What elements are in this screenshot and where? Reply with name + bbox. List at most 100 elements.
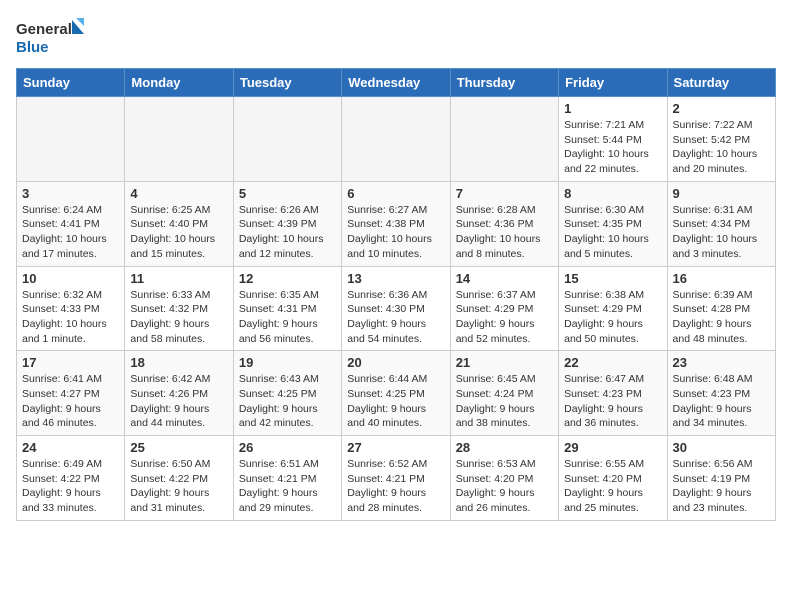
calendar-day-cell: 27 Sunrise: 6:52 AM Sunset: 4:21 PM Dayli… xyxy=(342,436,450,521)
day-info: Sunrise: 6:32 AM Sunset: 4:33 PM Dayligh… xyxy=(22,288,119,347)
day-info: Sunrise: 6:25 AM Sunset: 4:40 PM Dayligh… xyxy=(130,203,227,262)
calendar-week-row: 3 Sunrise: 6:24 AM Sunset: 4:41 PM Daylig… xyxy=(17,181,776,266)
day-number: 12 xyxy=(239,271,336,286)
calendar-header-wednesday: Wednesday xyxy=(342,69,450,97)
day-info: Sunrise: 6:31 AM Sunset: 4:34 PM Dayligh… xyxy=(673,203,770,262)
svg-text:General: General xyxy=(16,21,72,38)
calendar-day-cell: 25Sunrise: 6:50 AM Sunset: 4:22 PM Dayli… xyxy=(125,436,233,521)
calendar-day-cell: 1 Sunrise: 7:21 AM Sunset: 5:44 PM Daylig… xyxy=(559,97,667,182)
calendar-day-cell xyxy=(342,97,450,182)
calendar-day-cell: 29 Sunrise: 6:55 AM Sunset: 4:20 PM Dayli… xyxy=(559,436,667,521)
day-info: Sunrise: 6:27 AM Sunset: 4:38 PM Dayligh… xyxy=(347,203,444,262)
day-info: Sunrise: 6:47 AM Sunset: 4:23 PM Dayligh… xyxy=(564,372,661,431)
day-number: 27 xyxy=(347,440,444,455)
day-info: Sunrise: 6:45 AM Sunset: 4:24 PM Dayligh… xyxy=(456,372,553,431)
calendar-day-cell: 2 Sunrise: 7:22 AM Sunset: 5:42 PM Daylig… xyxy=(667,97,775,182)
calendar-day-cell xyxy=(17,97,125,182)
day-number: 30 xyxy=(673,440,770,455)
calendar-day-cell: 18 Sunrise: 6:42 AM Sunset: 4:26 PM Dayli… xyxy=(125,351,233,436)
calendar-day-cell xyxy=(450,97,558,182)
calendar-header-saturday: Saturday xyxy=(667,69,775,97)
day-number: 18 xyxy=(130,355,227,370)
day-info: Sunrise: 6:55 AM Sunset: 4:20 PM Dayligh… xyxy=(564,457,661,516)
day-info: Sunrise: 6:51 AM Sunset: 4:21 PM Dayligh… xyxy=(239,457,336,516)
calendar-day-cell: 21 Sunrise: 6:45 AM Sunset: 4:24 PM Dayli… xyxy=(450,351,558,436)
calendar-day-cell: 6 Sunrise: 6:27 AM Sunset: 4:38 PM Daylig… xyxy=(342,181,450,266)
calendar-day-cell: 26 Sunrise: 6:51 AM Sunset: 4:21 PM Dayli… xyxy=(233,436,341,521)
day-number: 23 xyxy=(673,355,770,370)
calendar-day-cell: 22 Sunrise: 6:47 AM Sunset: 4:23 PM Dayli… xyxy=(559,351,667,436)
day-number: 8 xyxy=(564,186,661,201)
logo-svg: GeneralBlue xyxy=(16,16,86,60)
day-info: Sunrise: 6:56 AM Sunset: 4:19 PM Dayligh… xyxy=(673,457,770,516)
calendar-day-cell: 10 Sunrise: 6:32 AM Sunset: 4:33 PM Dayli… xyxy=(17,266,125,351)
day-number: 25 xyxy=(130,440,227,455)
calendar-header-sunday: Sunday xyxy=(17,69,125,97)
day-info: Sunrise: 7:21 AM Sunset: 5:44 PM Dayligh… xyxy=(564,118,661,177)
calendar-header-tuesday: Tuesday xyxy=(233,69,341,97)
calendar-day-cell xyxy=(233,97,341,182)
calendar-day-cell: 13Sunrise: 6:36 AM Sunset: 4:30 PM Dayli… xyxy=(342,266,450,351)
calendar-header-friday: Friday xyxy=(559,69,667,97)
day-number: 19 xyxy=(239,355,336,370)
day-number: 28 xyxy=(456,440,553,455)
calendar-week-row: 17Sunrise: 6:41 AM Sunset: 4:27 PM Dayli… xyxy=(17,351,776,436)
day-info: Sunrise: 6:44 AM Sunset: 4:25 PM Dayligh… xyxy=(347,372,444,431)
calendar-day-cell: 4 Sunrise: 6:25 AM Sunset: 4:40 PM Daylig… xyxy=(125,181,233,266)
calendar-day-cell: 19 Sunrise: 6:43 AM Sunset: 4:25 PM Dayli… xyxy=(233,351,341,436)
day-info: Sunrise: 6:43 AM Sunset: 4:25 PM Dayligh… xyxy=(239,372,336,431)
calendar-week-row: 1 Sunrise: 7:21 AM Sunset: 5:44 PM Daylig… xyxy=(17,97,776,182)
calendar-day-cell: 20 Sunrise: 6:44 AM Sunset: 4:25 PM Dayli… xyxy=(342,351,450,436)
day-info: Sunrise: 6:28 AM Sunset: 4:36 PM Dayligh… xyxy=(456,203,553,262)
day-info: Sunrise: 6:24 AM Sunset: 4:41 PM Dayligh… xyxy=(22,203,119,262)
calendar-day-cell: 17Sunrise: 6:41 AM Sunset: 4:27 PM Dayli… xyxy=(17,351,125,436)
day-number: 20 xyxy=(347,355,444,370)
day-info: Sunrise: 6:48 AM Sunset: 4:23 PM Dayligh… xyxy=(673,372,770,431)
day-number: 10 xyxy=(22,271,119,286)
day-info: Sunrise: 6:26 AM Sunset: 4:39 PM Dayligh… xyxy=(239,203,336,262)
calendar-header-row: SundayMondayTuesdayWednesdayThursdayFrid… xyxy=(17,69,776,97)
day-info: Sunrise: 6:37 AM Sunset: 4:29 PM Dayligh… xyxy=(456,288,553,347)
calendar-day-cell: 28Sunrise: 6:53 AM Sunset: 4:20 PM Dayli… xyxy=(450,436,558,521)
day-number: 11 xyxy=(130,271,227,286)
day-number: 16 xyxy=(673,271,770,286)
calendar-day-cell: 7 Sunrise: 6:28 AM Sunset: 4:36 PM Daylig… xyxy=(450,181,558,266)
day-info: Sunrise: 6:49 AM Sunset: 4:22 PM Dayligh… xyxy=(22,457,119,516)
day-number: 9 xyxy=(673,186,770,201)
day-number: 29 xyxy=(564,440,661,455)
logo: GeneralBlue xyxy=(16,16,86,60)
calendar-day-cell xyxy=(125,97,233,182)
day-info: Sunrise: 6:52 AM Sunset: 4:21 PM Dayligh… xyxy=(347,457,444,516)
day-number: 26 xyxy=(239,440,336,455)
calendar-day-cell: 23 Sunrise: 6:48 AM Sunset: 4:23 PM Dayli… xyxy=(667,351,775,436)
day-number: 7 xyxy=(456,186,553,201)
day-number: 21 xyxy=(456,355,553,370)
day-info: Sunrise: 6:38 AM Sunset: 4:29 PM Dayligh… xyxy=(564,288,661,347)
calendar-header-thursday: Thursday xyxy=(450,69,558,97)
day-info: Sunrise: 7:22 AM Sunset: 5:42 PM Dayligh… xyxy=(673,118,770,177)
day-number: 3 xyxy=(22,186,119,201)
day-number: 6 xyxy=(347,186,444,201)
calendar-day-cell: 12 Sunrise: 6:35 AM Sunset: 4:31 PM Dayli… xyxy=(233,266,341,351)
calendar-table: SundayMondayTuesdayWednesdayThursdayFrid… xyxy=(16,68,776,521)
calendar-day-cell: 14Sunrise: 6:37 AM Sunset: 4:29 PM Dayli… xyxy=(450,266,558,351)
day-info: Sunrise: 6:42 AM Sunset: 4:26 PM Dayligh… xyxy=(130,372,227,431)
calendar-day-cell: 3 Sunrise: 6:24 AM Sunset: 4:41 PM Daylig… xyxy=(17,181,125,266)
calendar-day-cell: 16 Sunrise: 6:39 AM Sunset: 4:28 PM Dayli… xyxy=(667,266,775,351)
calendar-day-cell: 15Sunrise: 6:38 AM Sunset: 4:29 PM Dayli… xyxy=(559,266,667,351)
day-info: Sunrise: 6:30 AM Sunset: 4:35 PM Dayligh… xyxy=(564,203,661,262)
day-number: 22 xyxy=(564,355,661,370)
calendar-day-cell: 11Sunrise: 6:33 AM Sunset: 4:32 PM Dayli… xyxy=(125,266,233,351)
day-number: 4 xyxy=(130,186,227,201)
calendar-day-cell: 30 Sunrise: 6:56 AM Sunset: 4:19 PM Dayli… xyxy=(667,436,775,521)
day-number: 2 xyxy=(673,101,770,116)
calendar-day-cell: 24 Sunrise: 6:49 AM Sunset: 4:22 PM Dayli… xyxy=(17,436,125,521)
day-info: Sunrise: 6:41 AM Sunset: 4:27 PM Dayligh… xyxy=(22,372,119,431)
day-info: Sunrise: 6:39 AM Sunset: 4:28 PM Dayligh… xyxy=(673,288,770,347)
day-number: 13 xyxy=(347,271,444,286)
calendar-day-cell: 9 Sunrise: 6:31 AM Sunset: 4:34 PM Daylig… xyxy=(667,181,775,266)
calendar-header-monday: Monday xyxy=(125,69,233,97)
day-number: 1 xyxy=(564,101,661,116)
day-number: 24 xyxy=(22,440,119,455)
day-info: Sunrise: 6:35 AM Sunset: 4:31 PM Dayligh… xyxy=(239,288,336,347)
